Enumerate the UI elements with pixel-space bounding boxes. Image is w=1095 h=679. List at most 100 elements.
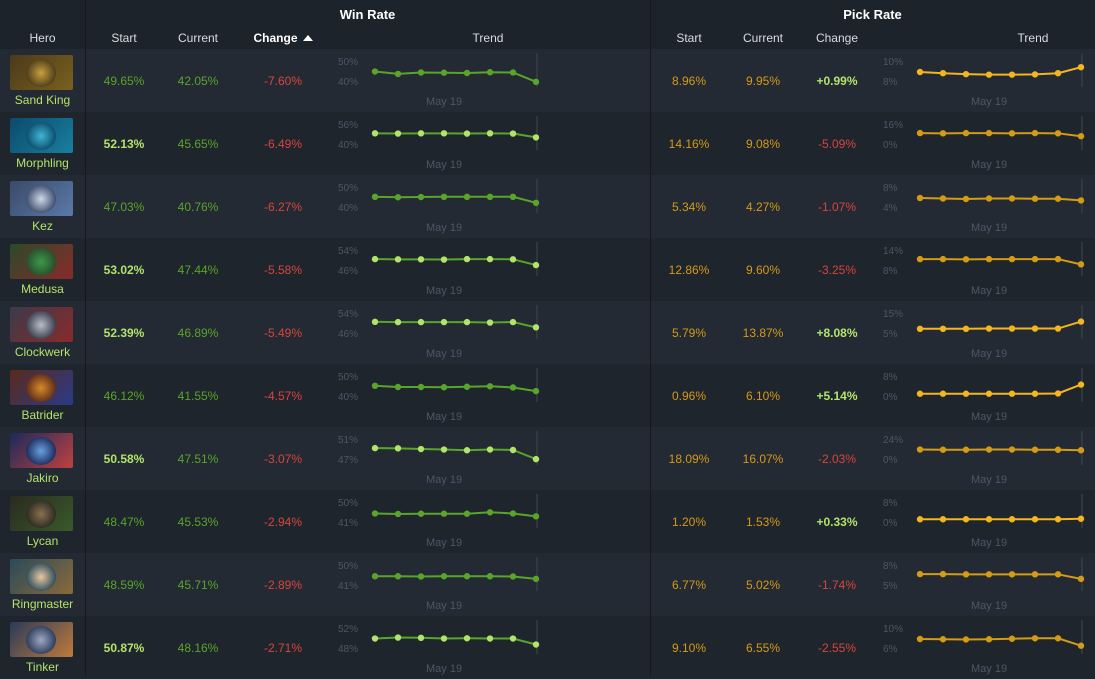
pick-trend-point	[917, 636, 923, 642]
win-trend-date-label: May 19	[426, 159, 462, 171]
hero-name[interactable]: Morphling	[0, 156, 85, 170]
table-row[interactable]: Clockwerk52.39%46.89%-5.49%54%46%May 195…	[0, 301, 1095, 364]
pick-trend-date-label: May 19	[971, 474, 1007, 486]
win-trend-point	[464, 384, 470, 390]
pick-rate-change: -1.74%	[798, 553, 876, 616]
pick-trend-point	[1009, 256, 1015, 262]
pick-trend-point	[917, 69, 923, 75]
column-header-win-start[interactable]: Start	[85, 26, 163, 50]
pick-rate-current: 9.95%	[728, 49, 798, 112]
pick-trend-date-label: May 19	[971, 96, 1007, 108]
table-row[interactable]: Jakiro50.58%47.51%-3.07%51%47%May 1918.0…	[0, 427, 1095, 490]
hero-portrait[interactable]	[10, 622, 73, 657]
win-rate-change: -2.89%	[233, 553, 333, 616]
column-header-pick-current[interactable]: Current	[728, 26, 798, 50]
win-trend-point	[533, 456, 539, 462]
column-header-win-current[interactable]: Current	[163, 26, 233, 50]
win-trend-max-label: 56%	[338, 120, 358, 131]
hero-name[interactable]: Kez	[0, 219, 85, 233]
hero-portrait[interactable]	[10, 496, 73, 531]
pick-rate-start: 18.09%	[650, 427, 728, 490]
table-row[interactable]: Ringmaster48.59%45.71%-2.89%50%41%May 19…	[0, 553, 1095, 616]
win-trend-point	[464, 573, 470, 579]
hero-portrait[interactable]	[10, 55, 73, 90]
win-trend-point	[533, 262, 539, 268]
column-header-win-change[interactable]: Change	[233, 26, 333, 50]
win-trend-chart: 50%41%May 19	[338, 557, 558, 615]
table-row[interactable]: Sand King49.65%42.05%-7.60%50%40%May 198…	[0, 49, 1095, 112]
table-row[interactable]: Lycan48.47%45.53%-2.94%50%41%May 191.20%…	[0, 490, 1095, 553]
win-trend-date-label: May 19	[426, 348, 462, 360]
win-trend-min-label: 41%	[338, 518, 358, 529]
win-trend-point	[487, 69, 493, 75]
pick-trend-point	[986, 636, 992, 642]
pick-trend-min-label: 5%	[883, 329, 898, 340]
pick-trend-min-label: 6%	[883, 644, 898, 655]
pick-trend-min-label: 0%	[883, 392, 898, 403]
pick-trend-point	[1009, 516, 1015, 522]
hero-name[interactable]: Medusa	[0, 282, 85, 296]
hero-portrait[interactable]	[10, 181, 73, 216]
pick-trend-max-label: 8%	[883, 561, 898, 572]
hero-name[interactable]: Jakiro	[0, 471, 85, 485]
pick-rate-current: 9.08%	[728, 112, 798, 175]
hero-name[interactable]: Ringmaster	[0, 597, 85, 611]
win-trend-point	[441, 446, 447, 452]
column-header-pick-change[interactable]: Change	[798, 26, 876, 50]
pick-trend-point	[1032, 635, 1038, 641]
win-trend-point	[395, 573, 401, 579]
column-header-hero[interactable]: Hero	[0, 26, 85, 50]
win-trend-point	[464, 511, 470, 517]
pick-trend-point	[1078, 197, 1084, 203]
pick-trend-point	[1055, 571, 1061, 577]
table-row[interactable]: Tinker50.87%48.16%-2.71%52%48%May 199.10…	[0, 616, 1095, 679]
hero-name[interactable]: Sand King	[0, 93, 85, 107]
hero-name[interactable]: Lycan	[0, 534, 85, 548]
table-row[interactable]: Batrider46.12%41.55%-4.57%50%40%May 190.…	[0, 364, 1095, 427]
table-row[interactable]: Morphling52.13%45.65%-6.49%56%40%May 191…	[0, 112, 1095, 175]
win-trend-point	[441, 573, 447, 579]
win-trend-point	[372, 194, 378, 200]
pick-trend-date-label: May 19	[971, 159, 1007, 171]
pick-trend-point	[917, 516, 923, 522]
column-divider	[85, 0, 86, 676]
hero-portrait[interactable]	[10, 370, 73, 405]
pick-trend-point	[940, 516, 946, 522]
win-trend-date-label: May 19	[426, 96, 462, 108]
hero-name[interactable]: Batrider	[0, 408, 85, 422]
win-trend-point	[464, 130, 470, 136]
win-trend-max-label: 51%	[338, 435, 358, 446]
win-trend-point	[395, 511, 401, 517]
hero-portrait[interactable]	[10, 118, 73, 153]
pick-trend-point	[940, 326, 946, 332]
pick-trend-min-label: 8%	[883, 77, 898, 88]
pick-trend-point	[963, 326, 969, 332]
table-row[interactable]: Kez47.03%40.76%-6.27%50%40%May 195.34%4.…	[0, 175, 1095, 238]
column-header-pick-trend[interactable]: Trend	[983, 26, 1083, 50]
sort-ascending-icon	[303, 35, 313, 41]
pick-rate-start: 6.77%	[650, 553, 728, 616]
pick-trend-point	[940, 130, 946, 136]
win-trend-max-label: 50%	[338, 372, 358, 383]
pick-rate-current: 16.07%	[728, 427, 798, 490]
win-trend-point	[533, 324, 539, 330]
win-rate-current: 47.44%	[163, 238, 233, 301]
table-row[interactable]: Medusa53.02%47.44%-5.58%54%46%May 1912.8…	[0, 238, 1095, 301]
win-rate-change: -2.71%	[233, 616, 333, 679]
pick-trend-point	[1055, 325, 1061, 331]
win-trend-date-label: May 19	[426, 474, 462, 486]
hero-name[interactable]: Clockwerk	[0, 345, 85, 359]
pick-trend-point	[940, 256, 946, 262]
column-header-win-trend[interactable]: Trend	[438, 26, 538, 50]
column-header-pick-start[interactable]: Start	[650, 26, 728, 50]
win-trend-point	[487, 573, 493, 579]
hero-portrait[interactable]	[10, 307, 73, 342]
win-trend-point	[372, 510, 378, 516]
win-trend-point	[487, 256, 493, 262]
pick-rate-start: 0.96%	[650, 364, 728, 427]
hero-portrait[interactable]	[10, 433, 73, 468]
hero-name[interactable]: Tinker	[0, 660, 85, 674]
pick-trend-point	[1009, 391, 1015, 397]
hero-portrait[interactable]	[10, 559, 73, 594]
hero-portrait[interactable]	[10, 244, 73, 279]
